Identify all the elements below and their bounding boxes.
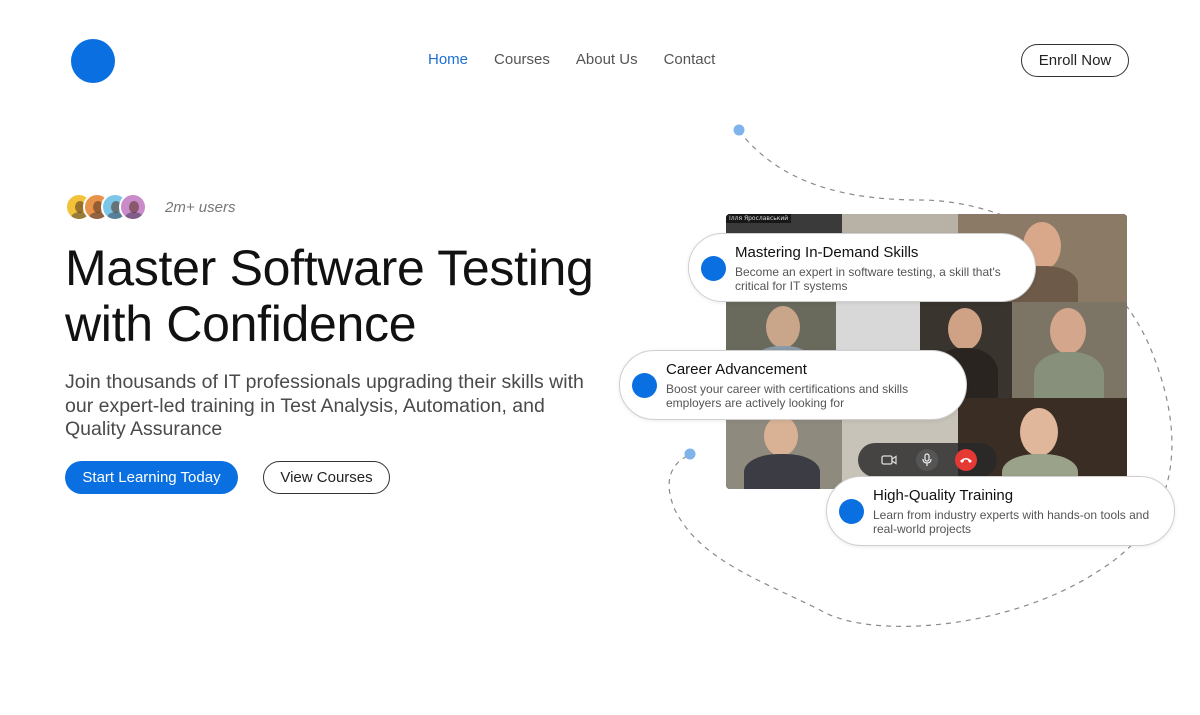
user-count: 2m+ users bbox=[65, 193, 235, 221]
title-line-1: Master Software Testing bbox=[65, 240, 594, 296]
nav-about-us[interactable]: About Us bbox=[576, 51, 638, 68]
bullet-icon bbox=[701, 255, 726, 281]
end-call-icon[interactable] bbox=[954, 449, 977, 471]
hero-subtitle: Join thousands of IT professionals upgra… bbox=[65, 371, 584, 440]
feature-card-skills: Mastering In-Demand Skills Become an exp… bbox=[688, 233, 1036, 302]
feature-title: Career Advancement bbox=[666, 361, 807, 378]
view-courses-button[interactable]: View Courses bbox=[263, 461, 390, 494]
microphone-icon[interactable] bbox=[916, 449, 939, 471]
users-count-text: 2m+ users bbox=[165, 198, 236, 216]
feature-description: Learn from industry experts with hands-o… bbox=[873, 508, 1150, 536]
feature-description: Boost your career with certifications an… bbox=[666, 382, 909, 410]
camera-label: Ілля Ярославський bbox=[726, 214, 792, 223]
bullet-icon bbox=[839, 499, 864, 524]
feature-title: Mastering In-Demand Skills bbox=[735, 244, 919, 261]
start-learning-button[interactable]: Start Learning Today bbox=[65, 461, 238, 494]
page-title: Master Software Testing with Confidence bbox=[65, 240, 625, 352]
participant-tile bbox=[1012, 302, 1127, 398]
call-controls bbox=[858, 443, 997, 477]
nav-home[interactable]: Home bbox=[428, 51, 468, 68]
title-line-2: with Confidence bbox=[65, 296, 417, 352]
bullet-icon bbox=[632, 373, 657, 398]
avatar bbox=[119, 193, 147, 221]
logo[interactable] bbox=[71, 39, 115, 83]
feature-card-career: Career Advancement Boost your career wit… bbox=[619, 350, 967, 420]
camera-toggle-icon[interactable] bbox=[878, 449, 900, 471]
nav-courses[interactable]: Courses bbox=[494, 51, 550, 68]
feature-card-training: High-Quality Training Learn from industr… bbox=[826, 476, 1175, 546]
feature-description: Become an expert in software testing, a … bbox=[735, 265, 1001, 293]
enroll-now-button[interactable]: Enroll Now bbox=[1021, 44, 1129, 77]
feature-title: High-Quality Training bbox=[873, 487, 1014, 504]
nav-contact[interactable]: Contact bbox=[664, 51, 716, 68]
main-nav: Home Courses About Us Contact bbox=[428, 51, 715, 68]
